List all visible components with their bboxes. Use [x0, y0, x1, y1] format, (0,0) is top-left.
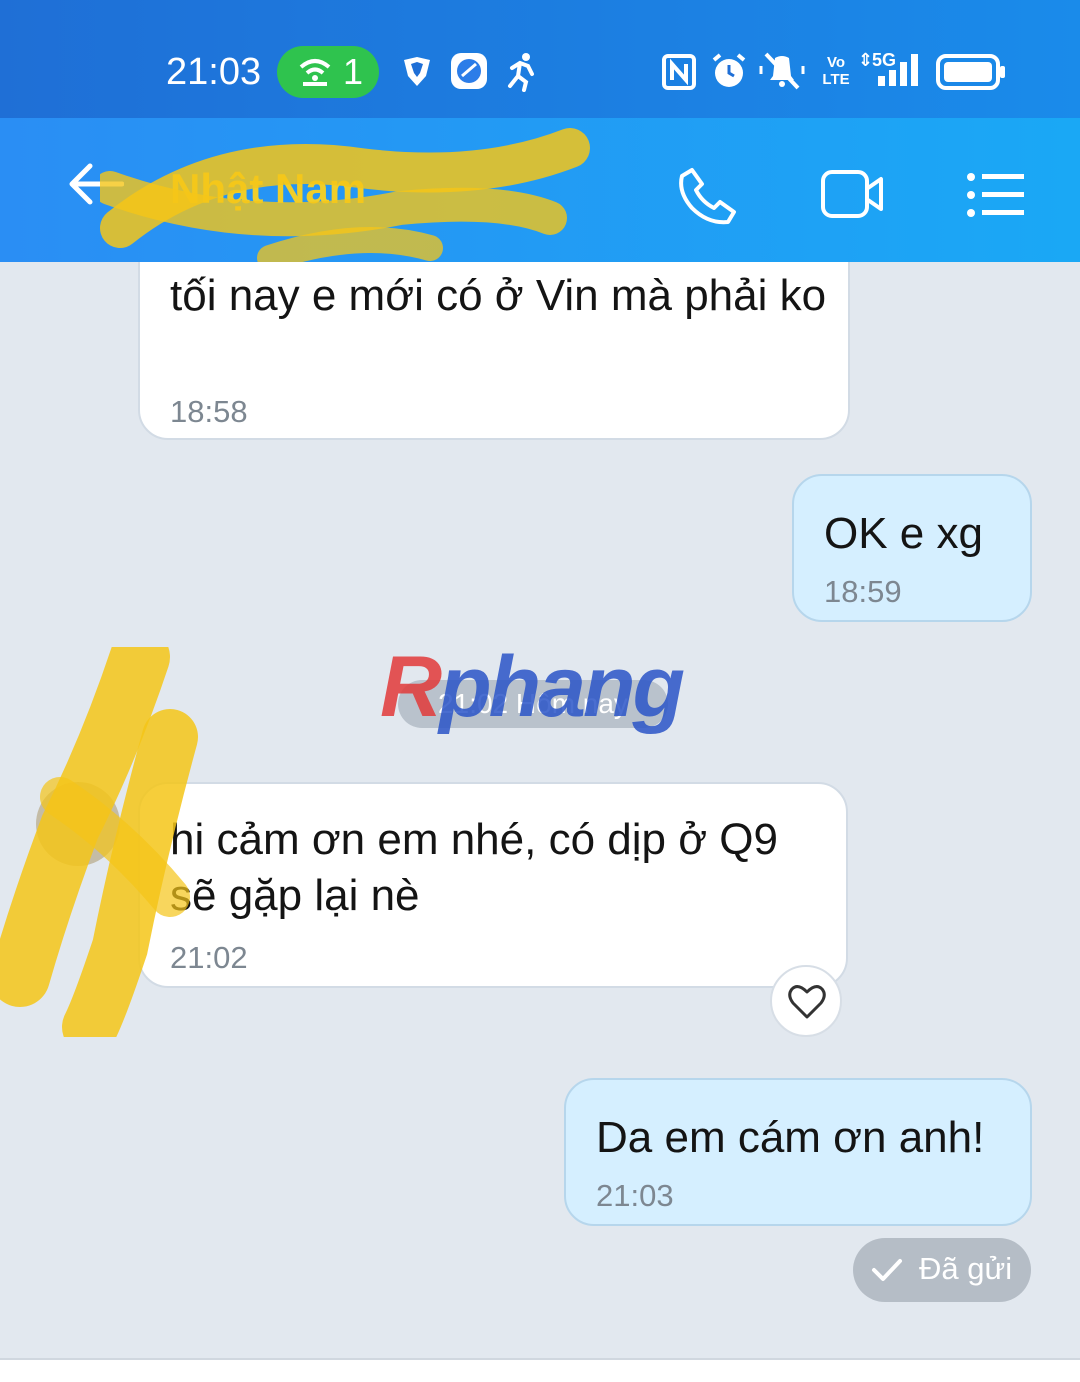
nfc-icon [662, 54, 696, 90]
heart-icon [788, 985, 826, 1019]
mute-icon [759, 52, 805, 90]
message-bubble-incoming[interactable]: hi cảm ơn em nhé, có dịp ở Q9 sẽ gặp lại… [138, 782, 848, 988]
message-bubble-incoming[interactable]: tối nay e mới có ở Vin mà phải ko 18:58 [138, 262, 850, 440]
menu-list-icon[interactable] [966, 172, 1026, 218]
message-time: 21:03 [596, 1178, 674, 1213]
volte-icon: Vo LTE [822, 54, 850, 88]
message-time: 18:58 [170, 394, 248, 429]
vpn-shield-icon [404, 57, 430, 86]
video-camera-icon[interactable] [820, 168, 884, 222]
network-type-label: 5G [872, 50, 897, 70]
hotspot-count: 1 [343, 51, 364, 92]
react-heart-button[interactable] [770, 965, 842, 1037]
message-time: 21:02 [170, 940, 248, 975]
chat-header: Nhật Nam [0, 118, 1080, 271]
back-arrow-icon[interactable] [66, 162, 124, 206]
message-bubble-outgoing[interactable]: Da em cám ơn anh! 21:03 [564, 1078, 1032, 1226]
status-bar: 21:03 1 Vo LTE ⇕ 5G [0, 0, 1080, 118]
sent-status-badge: Đã gửi [853, 1238, 1031, 1302]
message-time: 18:59 [824, 574, 902, 609]
sent-status-label: Đã gửi [919, 1251, 1013, 1286]
watermark-logo: Rphang [380, 639, 685, 735]
contact-name[interactable]: Nhật Nam [170, 164, 366, 214]
signal-5g-icon: ⇕ 5G [858, 50, 928, 90]
message-text: Da em cám ơn anh! [596, 1113, 985, 1162]
app-icon [451, 53, 487, 89]
message-bubble-outgoing[interactable]: OK e xg 18:59 [792, 474, 1032, 622]
battery-icon [936, 54, 1005, 90]
message-list[interactable]: tối nay e mới có ở Vin mà phải ko 18:58 … [0, 262, 1080, 1358]
clock: 21:03 [166, 51, 262, 93]
hotspot-icon [299, 59, 331, 86]
running-icon [508, 53, 534, 92]
checkmark-icon [872, 1259, 902, 1281]
message-text: tối nay e mới có ở Vin mà phải ko [170, 271, 827, 320]
phone-icon[interactable] [678, 166, 738, 226]
hotspot-badge: 1 [277, 46, 379, 98]
alarm-icon [712, 53, 746, 87]
avatar[interactable] [36, 782, 120, 866]
composer-edge [0, 1358, 1080, 1382]
message-text: hi cảm ơn em nhé, có dịp ở Q9 sẽ gặp lại… [170, 815, 778, 920]
message-text: OK e xg [824, 509, 983, 558]
